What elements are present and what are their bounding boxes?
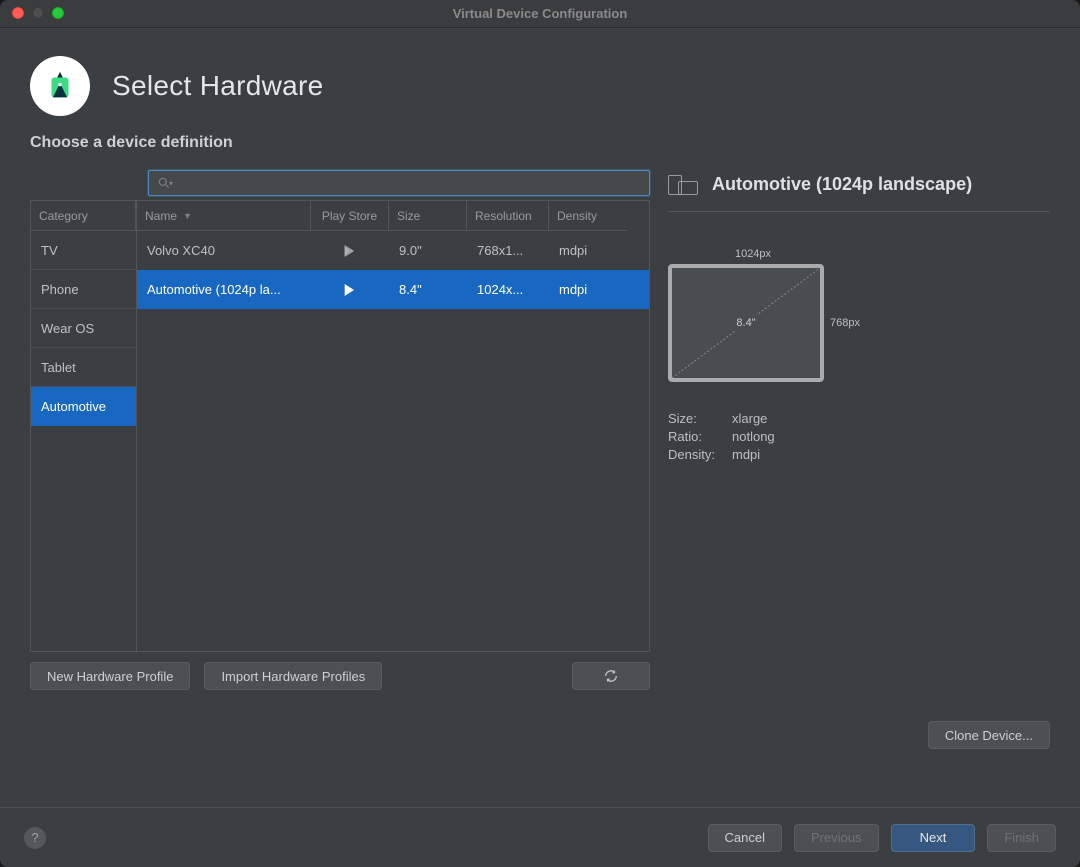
device-size: 9.0" bbox=[389, 231, 467, 270]
content: ▾ Category TV Phone Wear OS Tablet Autom… bbox=[0, 170, 1080, 751]
dropdown-caret-icon: ▾ bbox=[169, 179, 173, 188]
device-name: Automotive (1024p la... bbox=[137, 270, 311, 309]
device-name: Volvo XC40 bbox=[137, 231, 311, 270]
zoom-window-button[interactable] bbox=[52, 7, 64, 19]
left-actions: New Hardware Profile Import Hardware Pro… bbox=[30, 662, 650, 690]
search-input[interactable] bbox=[179, 176, 641, 190]
close-window-button[interactable] bbox=[12, 7, 24, 19]
category-item-automotive[interactable]: Automotive bbox=[31, 387, 136, 426]
sort-desc-icon: ▼ bbox=[183, 211, 192, 221]
play-store-icon bbox=[311, 231, 389, 270]
preview-properties: Size:xlarge Ratio:notlong Density:mdpi bbox=[668, 411, 1050, 462]
tables: Category TV Phone Wear OS Tablet Automot… bbox=[30, 200, 650, 652]
page-header: Select Hardware bbox=[0, 28, 1080, 134]
category-item-tablet[interactable]: Tablet bbox=[31, 348, 136, 387]
device-preview: 1024px 8.4" 768px Size:xlarge Ratio:notl… bbox=[668, 248, 1050, 465]
previous-button[interactable]: Previous bbox=[794, 824, 879, 852]
next-button[interactable]: Next bbox=[891, 824, 976, 852]
column-header-playstore[interactable]: Play Store bbox=[311, 201, 389, 231]
preview-header: Automotive (1024p landscape) bbox=[668, 174, 1050, 212]
import-hardware-profiles-button[interactable]: Import Hardware Profiles bbox=[204, 662, 382, 690]
category-item-wearos[interactable]: Wear OS bbox=[31, 309, 136, 348]
android-studio-icon bbox=[30, 56, 90, 116]
device-size: 8.4" bbox=[389, 270, 467, 309]
device-table: Name▼ Play Store Size Resolution Density… bbox=[136, 200, 650, 652]
clone-device-button[interactable]: Clone Device... bbox=[928, 721, 1050, 749]
device-icon bbox=[668, 175, 698, 195]
refresh-button[interactable] bbox=[572, 662, 650, 690]
play-store-icon bbox=[311, 270, 389, 309]
category-item-tv[interactable]: TV bbox=[31, 231, 136, 270]
section-title: Choose a device definition bbox=[0, 134, 1080, 152]
finish-button[interactable]: Finish bbox=[987, 824, 1056, 852]
window: Virtual Device Configuration Select Hard… bbox=[0, 0, 1080, 867]
preview-height-label: 768px bbox=[830, 317, 860, 329]
category-header: Category bbox=[31, 201, 136, 231]
preview-width-label: 1024px bbox=[648, 248, 858, 260]
column-header-size[interactable]: Size bbox=[389, 201, 467, 231]
device-density: mdpi bbox=[549, 231, 627, 270]
column-header-name[interactable]: Name▼ bbox=[137, 201, 311, 231]
category-item-phone[interactable]: Phone bbox=[31, 270, 136, 309]
preview-screen: 8.4" bbox=[668, 264, 824, 382]
column-header-resolution[interactable]: Resolution bbox=[467, 201, 549, 231]
refresh-icon bbox=[603, 668, 619, 684]
right-pane: Automotive (1024p landscape) 1024px 8.4"… bbox=[668, 170, 1050, 751]
category-list: Category TV Phone Wear OS Tablet Automot… bbox=[30, 200, 136, 652]
cancel-button[interactable]: Cancel bbox=[708, 824, 782, 852]
preview-title: Automotive (1024p landscape) bbox=[712, 174, 972, 195]
device-resolution: 768x1... bbox=[467, 231, 549, 270]
titlebar: Virtual Device Configuration bbox=[0, 0, 1080, 28]
window-title: Virtual Device Configuration bbox=[0, 6, 1080, 21]
left-pane: ▾ Category TV Phone Wear OS Tablet Autom… bbox=[30, 170, 650, 751]
device-row[interactable]: Volvo XC40 9.0" 768x1... mdpi bbox=[137, 231, 649, 270]
device-resolution: 1024x... bbox=[467, 270, 549, 309]
search-input-wrapper[interactable]: ▾ bbox=[148, 170, 650, 196]
column-header-density[interactable]: Density bbox=[549, 201, 627, 231]
device-density: mdpi bbox=[549, 270, 627, 309]
footer: ? Cancel Previous Next Finish bbox=[0, 807, 1080, 867]
preview-diagonal-label: 8.4" bbox=[732, 315, 759, 331]
device-row[interactable]: Automotive (1024p la... 8.4" 1024x... md… bbox=[137, 270, 649, 309]
page-title: Select Hardware bbox=[112, 70, 323, 102]
minimize-window-button[interactable] bbox=[32, 7, 44, 19]
traffic-lights bbox=[12, 7, 64, 19]
new-hardware-profile-button[interactable]: New Hardware Profile bbox=[30, 662, 190, 690]
help-button[interactable]: ? bbox=[24, 827, 46, 849]
